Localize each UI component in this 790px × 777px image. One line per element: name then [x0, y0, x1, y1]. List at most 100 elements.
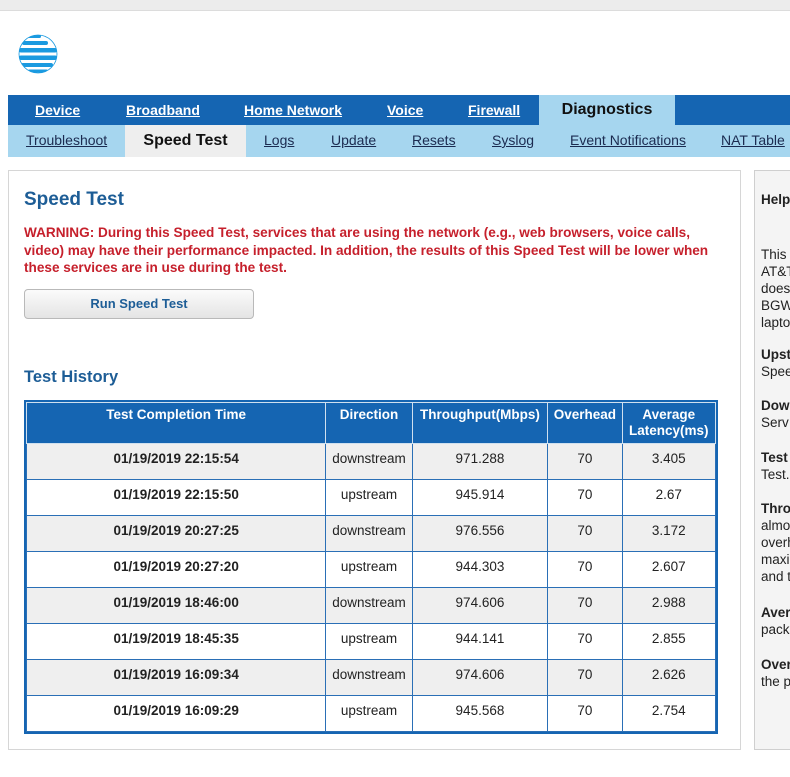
column-header: Overhead: [547, 402, 623, 444]
table-row: 01/19/2019 20:27:25 downstream 976.556 7…: [25, 515, 717, 552]
help-panel: Help This AT&T does BGW lapto Upst Spee …: [754, 170, 790, 750]
cell-completion-time: 01/19/2019 16:09:29: [25, 695, 327, 732]
cell-overhead: 70: [547, 479, 623, 516]
browser-top-strip: [0, 0, 790, 11]
column-header: Throughput(Mbps): [411, 402, 549, 444]
page-title: Speed Test: [24, 189, 124, 210]
speed-test-panel: Speed Test WARNING: During this Speed Te…: [8, 170, 741, 750]
help-term-downstream: Dow: [761, 398, 790, 413]
cell-direction: upstream: [325, 479, 413, 516]
cell-throughput: 944.303: [411, 551, 549, 588]
cell-overhead: 70: [547, 587, 623, 624]
cell-direction: downstream: [325, 515, 413, 552]
cell-direction: upstream: [325, 695, 413, 732]
cell-throughput: 945.914: [411, 479, 549, 516]
subnav-event-notifications[interactable]: Event Notifications: [570, 125, 686, 157]
subnav-logs[interactable]: Logs: [264, 125, 294, 157]
cell-direction: upstream: [325, 551, 413, 588]
cell-throughput: 974.606: [411, 587, 549, 624]
cell-overhead: 70: [547, 659, 623, 696]
cell-latency: 3.172: [621, 515, 717, 552]
cell-overhead: 70: [547, 623, 623, 660]
nav-firewall[interactable]: Firewall: [468, 95, 520, 125]
help-text-line: maxi: [761, 552, 790, 567]
column-header: Test Completion Time: [25, 402, 327, 444]
cell-overhead: 70: [547, 443, 623, 480]
subnav-update[interactable]: Update: [331, 125, 376, 157]
cell-overhead: 70: [547, 551, 623, 588]
cell-latency: 2.626: [621, 659, 717, 696]
cell-latency: 2.67: [621, 479, 717, 516]
table-header-row: Test Completion Time Direction Throughpu…: [25, 402, 717, 444]
run-speed-test-button[interactable]: Run Speed Test: [24, 289, 254, 319]
warning-message: WARNING: During this Speed Test, service…: [24, 225, 709, 275]
column-header: Average Latency(ms): [621, 402, 717, 444]
cell-completion-time: 01/19/2019 22:15:50: [25, 479, 327, 516]
test-history-table: Test Completion Time Direction Throughpu…: [24, 400, 718, 734]
cell-throughput: 945.568: [411, 695, 549, 732]
subnav-nat-table[interactable]: NAT Table: [721, 125, 785, 157]
help-title: Help: [761, 192, 790, 207]
help-text-line: lapto: [761, 315, 790, 330]
cell-throughput: 974.606: [411, 659, 549, 696]
help-text-line: AT&T: [761, 264, 790, 279]
cell-completion-time: 01/19/2019 16:09:34: [25, 659, 327, 696]
cell-overhead: 70: [547, 695, 623, 732]
help-term-throughput: Thro: [761, 501, 790, 516]
nav-diagnostics[interactable]: Diagnostics: [539, 95, 675, 125]
cell-overhead: 70: [547, 515, 623, 552]
cell-completion-time: 01/19/2019 18:46:00: [25, 587, 327, 624]
nav-broadband[interactable]: Broadband: [126, 95, 200, 125]
subnav-troubleshoot[interactable]: Troubleshoot: [26, 125, 107, 157]
help-text-line: overh: [761, 535, 790, 550]
help-term-overhead: Over: [761, 657, 790, 672]
cell-latency: 3.405: [621, 443, 717, 480]
help-text-line: the p: [761, 674, 790, 689]
cell-throughput: 971.288: [411, 443, 549, 480]
nav-device[interactable]: Device: [35, 95, 80, 125]
cell-completion-time: 01/19/2019 20:27:25: [25, 515, 327, 552]
sub-nav: Troubleshoot Speed Test Logs Update Rese…: [8, 125, 790, 157]
column-header: Direction: [325, 402, 413, 444]
cell-throughput: 976.556: [411, 515, 549, 552]
help-text-line: Test.: [761, 467, 790, 482]
cell-direction: downstream: [325, 587, 413, 624]
cell-direction: downstream: [325, 659, 413, 696]
table-row: 01/19/2019 22:15:54 downstream 971.288 7…: [25, 443, 717, 480]
cell-completion-time: 01/19/2019 18:45:35: [25, 623, 327, 660]
help-text-line: does: [761, 281, 790, 296]
help-term-average-latency: Aver: [761, 605, 790, 620]
help-text-line: BGW: [761, 298, 790, 313]
subnav-resets[interactable]: Resets: [412, 125, 456, 157]
help-text-line: and t: [761, 569, 790, 584]
table-row: 01/19/2019 16:09:34 downstream 974.606 7…: [25, 659, 717, 696]
help-text-line: almo: [761, 518, 790, 533]
cell-direction: downstream: [325, 443, 413, 480]
table-row: 01/19/2019 18:46:00 downstream 974.606 7…: [25, 587, 717, 624]
help-text-line: Spee: [761, 364, 790, 379]
main-nav: Device Broadband Home Network Voice Fire…: [8, 95, 790, 125]
help-term-upstream: Upst: [761, 347, 790, 362]
test-history-title: Test History: [24, 368, 119, 386]
help-term-test: Test: [761, 450, 788, 465]
help-text-line: This: [761, 247, 787, 262]
table-row: 01/19/2019 16:09:29 upstream 945.568 70 …: [25, 695, 717, 732]
table-row: 01/19/2019 22:15:50 upstream 945.914 70 …: [25, 479, 717, 516]
nav-home-network[interactable]: Home Network: [244, 95, 342, 125]
help-text-line: Serv: [761, 415, 789, 430]
subnav-speed-test[interactable]: Speed Test: [125, 125, 246, 157]
cell-latency: 2.988: [621, 587, 717, 624]
cell-direction: upstream: [325, 623, 413, 660]
cell-throughput: 944.141: [411, 623, 549, 660]
subnav-syslog[interactable]: Syslog: [492, 125, 534, 157]
att-globe-logo: [18, 34, 58, 74]
cell-latency: 2.855: [621, 623, 717, 660]
table-row: 01/19/2019 18:45:35 upstream 944.141 70 …: [25, 623, 717, 660]
cell-completion-time: 01/19/2019 22:15:54: [25, 443, 327, 480]
nav-voice[interactable]: Voice: [387, 95, 423, 125]
cell-latency: 2.754: [621, 695, 717, 732]
cell-latency: 2.607: [621, 551, 717, 588]
table-row: 01/19/2019 20:27:20 upstream 944.303 70 …: [25, 551, 717, 588]
cell-completion-time: 01/19/2019 20:27:20: [25, 551, 327, 588]
help-text-line: pack: [761, 622, 790, 637]
